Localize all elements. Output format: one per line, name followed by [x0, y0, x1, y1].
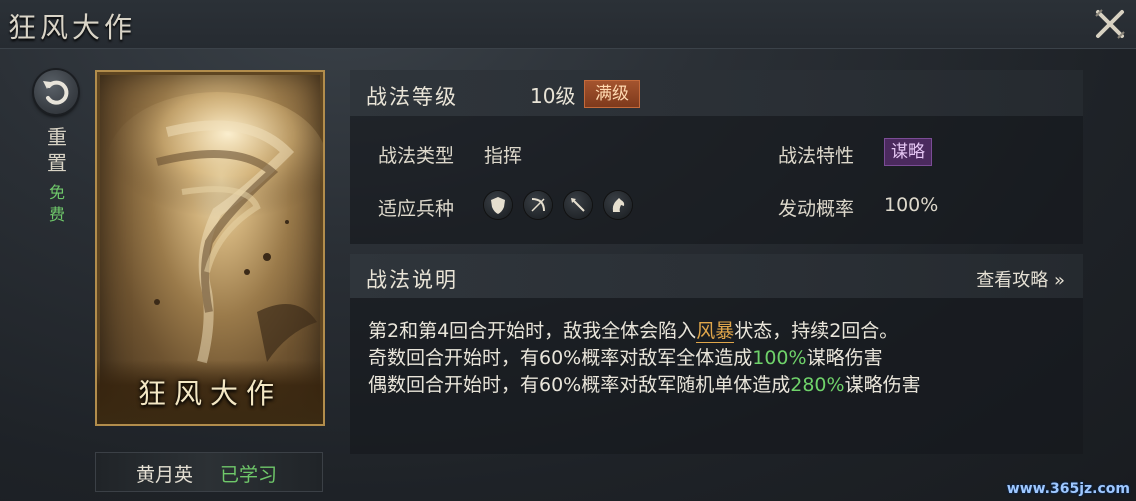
- type-label: 战法类型: [378, 145, 455, 167]
- close-icon: [1095, 9, 1125, 39]
- description-header: 战法说明 查看攻略 »: [350, 254, 1083, 298]
- owner-name: 黄月英: [136, 464, 194, 486]
- spear-icon[interactable]: [564, 191, 592, 219]
- bow-icon[interactable]: [524, 191, 552, 219]
- reset-icon: [43, 80, 69, 105]
- free-label: 免费: [48, 183, 65, 224]
- level-header: 战法等级 10级 满级: [350, 70, 1083, 116]
- watermark: www.365jz.com: [1006, 481, 1130, 497]
- skill-info-panel: 战法等级 10级 满级 战法类型 指挥 战法特性 谋略 适应兵种 发动概率 10…: [350, 70, 1083, 244]
- shield-icon[interactable]: [484, 191, 512, 219]
- max-level-badge: 满级: [584, 80, 640, 108]
- window-title: 狂风大作: [8, 11, 137, 44]
- description-line-3: 偶数回合开始时，有60%概率对敌军随机单体造成280%谋略伤害: [368, 374, 921, 396]
- owner-status: 已学习: [220, 464, 278, 486]
- unit-label: 适应兵种: [378, 198, 455, 220]
- description-line-2: 奇数回合开始时，有60%概率对敌军全体造成100%谋略伤害: [368, 347, 883, 369]
- owner-bar: 黄月英 已学习: [95, 452, 323, 492]
- description-text: 第2和第4回合开始时，敌我全体会陷入风暴状态，持续2回合。 奇数回合开始时，有6…: [368, 318, 1068, 399]
- type-value: 指挥: [484, 145, 523, 167]
- horse-icon[interactable]: [604, 191, 632, 219]
- title-bar: 狂风大作: [0, 0, 1136, 49]
- chance-label: 发动概率: [778, 198, 855, 220]
- damage-rate-even: 280%: [790, 374, 845, 396]
- reset-label[interactable]: 重置: [45, 124, 69, 176]
- skill-card: 狂风大作: [95, 70, 325, 426]
- trait-label: 战法特性: [778, 145, 855, 167]
- view-guide-link[interactable]: 查看攻略 »: [976, 266, 1065, 292]
- trait-badge: 谋略: [884, 138, 932, 166]
- close-button[interactable]: [1090, 4, 1130, 44]
- skill-description-panel: 战法说明 查看攻略 » 第2和第4回合开始时，敌我全体会陷入风暴状态，持续2回合…: [350, 254, 1083, 454]
- level-value: 10级: [530, 84, 576, 108]
- damage-rate-odd: 100%: [752, 347, 807, 369]
- description-line-1: 第2和第4回合开始时，敌我全体会陷入风暴状态，持续2回合。: [368, 320, 899, 343]
- card-name: 狂风大作: [137, 377, 282, 410]
- chance-value: 100%: [884, 194, 939, 216]
- description-label: 战法说明: [366, 268, 458, 292]
- reset-button[interactable]: [34, 70, 78, 114]
- level-label: 战法等级: [366, 85, 458, 109]
- storm-keyword[interactable]: 风暴: [696, 320, 735, 343]
